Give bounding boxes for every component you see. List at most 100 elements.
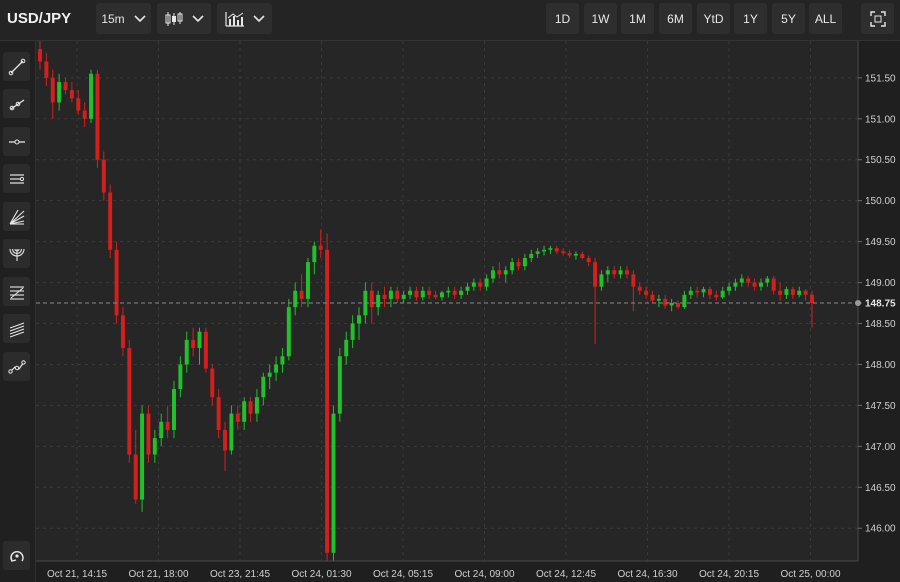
candle-body	[414, 290, 419, 298]
candle-body	[159, 421, 164, 439]
candle-body	[165, 421, 170, 430]
candle-body	[82, 110, 87, 119]
fullscreen-icon	[869, 10, 886, 27]
candle-body	[216, 397, 221, 430]
path-tool[interactable]	[3, 352, 30, 381]
channel-tool[interactable]	[3, 164, 30, 193]
candle-body	[369, 290, 374, 308]
candle-body	[191, 339, 196, 349]
range-1y-button[interactable]: 1Y	[734, 3, 767, 34]
horizontal-line-tool[interactable]	[3, 127, 30, 156]
y-tick-label: 146.50	[865, 483, 896, 494]
candle-body	[810, 294, 814, 304]
y-tick-label: 151.00	[865, 114, 896, 125]
range-1d-button[interactable]: 1D	[546, 3, 579, 34]
arc-tool[interactable]	[3, 239, 30, 268]
last-price-marker	[855, 300, 861, 307]
candle-body	[535, 251, 540, 254]
channel-icon	[9, 173, 24, 184]
candle-body	[140, 413, 145, 500]
reset-tool[interactable]	[3, 541, 30, 570]
top-toolbar: USD/JPY 15m 1D 1W 1M 6M YtD 1Y 5Y ALL	[0, 0, 900, 41]
candle-body	[184, 339, 189, 365]
symbol-title: USD/JPY	[7, 10, 72, 27]
candle-body	[529, 253, 534, 259]
indicators-dropdown[interactable]	[217, 3, 272, 34]
candle-body	[95, 73, 100, 160]
trend-line-tool[interactable]	[3, 52, 30, 81]
candle-body	[446, 290, 451, 293]
plot-area	[36, 41, 858, 561]
candle-body	[427, 290, 432, 295]
candle-body	[274, 364, 279, 373]
candle-body	[484, 278, 489, 287]
range-6m-button[interactable]: 6M	[659, 3, 692, 34]
candle-body	[554, 248, 559, 252]
candle-body	[286, 307, 291, 357]
candle-body	[420, 290, 425, 298]
candle-body	[573, 253, 578, 256]
candle-body	[312, 245, 317, 263]
range-ytd-button[interactable]: YtD	[697, 3, 730, 34]
range-1m-button[interactable]: 1M	[621, 3, 654, 34]
chevron-down-icon	[134, 14, 146, 22]
candle-body	[254, 397, 259, 414]
parallel-lines-tool[interactable]	[3, 314, 30, 343]
x-tick-label: Oct 24, 09:00	[454, 569, 514, 580]
candle-body	[682, 294, 687, 308]
fan-tool[interactable]	[3, 202, 30, 231]
fullscreen-button[interactable]	[861, 3, 894, 34]
candle-body	[790, 289, 795, 295]
parallel-lines-icon	[9, 321, 24, 338]
x-axis-ticks: Oct 21, 14:15 Oct 21, 18:00 Oct 23, 21:45 O…	[47, 569, 841, 580]
interval-dropdown[interactable]: 15m	[96, 3, 151, 34]
candle-body	[280, 356, 285, 365]
candle-body	[127, 348, 132, 455]
candle-body	[69, 90, 74, 99]
candle-body	[567, 253, 572, 256]
candle-body	[299, 290, 304, 299]
candle-body	[261, 376, 266, 398]
chart-type-dropdown[interactable]	[157, 3, 211, 34]
candle-body	[350, 323, 355, 340]
y-tick-label: 150.50	[865, 155, 896, 166]
ray-tool[interactable]	[3, 89, 30, 118]
candle-body	[235, 413, 240, 422]
candle-body	[76, 98, 81, 111]
candle-body	[114, 249, 119, 316]
candle-body	[784, 289, 789, 295]
x-tick-label: Oct 24, 20:15	[699, 569, 759, 580]
fibonacci-tool[interactable]	[3, 277, 30, 306]
candle-body	[408, 290, 413, 295]
y-tick-label: 150.00	[865, 196, 896, 207]
range-1w-button[interactable]: 1W	[584, 3, 617, 34]
y-tick-label: 151.50	[865, 73, 896, 84]
y-tick-label: 148.50	[865, 319, 896, 330]
candlestick-icon	[165, 11, 183, 26]
candle-body	[229, 413, 234, 451]
range-all-button[interactable]: ALL	[809, 3, 842, 34]
candle-body	[344, 339, 349, 357]
indicators-icon	[224, 11, 244, 27]
candle-body	[101, 159, 106, 193]
candle-body	[325, 249, 330, 553]
candle-body	[752, 282, 757, 287]
candle-body	[637, 286, 642, 291]
candle-body	[701, 289, 706, 293]
candle-body	[63, 81, 68, 91]
price-chart[interactable]: 146.00 146.50 147.00 147.50 148.00 148.50 148.…	[36, 41, 900, 582]
candle-body	[318, 245, 323, 250]
candle-body	[242, 401, 247, 422]
y-tick-label: 147.50	[865, 401, 896, 412]
y-tick-label: 149.50	[865, 237, 896, 248]
candle-body	[714, 294, 719, 298]
candle-body	[50, 77, 55, 103]
candle-body	[376, 294, 381, 308]
horizontal-line-icon	[8, 139, 25, 144]
candle-body	[599, 274, 604, 287]
candle-body	[293, 290, 298, 308]
range-5y-button[interactable]: 5Y	[772, 3, 805, 34]
candle-body	[203, 331, 208, 369]
candle-body	[656, 298, 661, 301]
candle-body	[586, 258, 591, 263]
